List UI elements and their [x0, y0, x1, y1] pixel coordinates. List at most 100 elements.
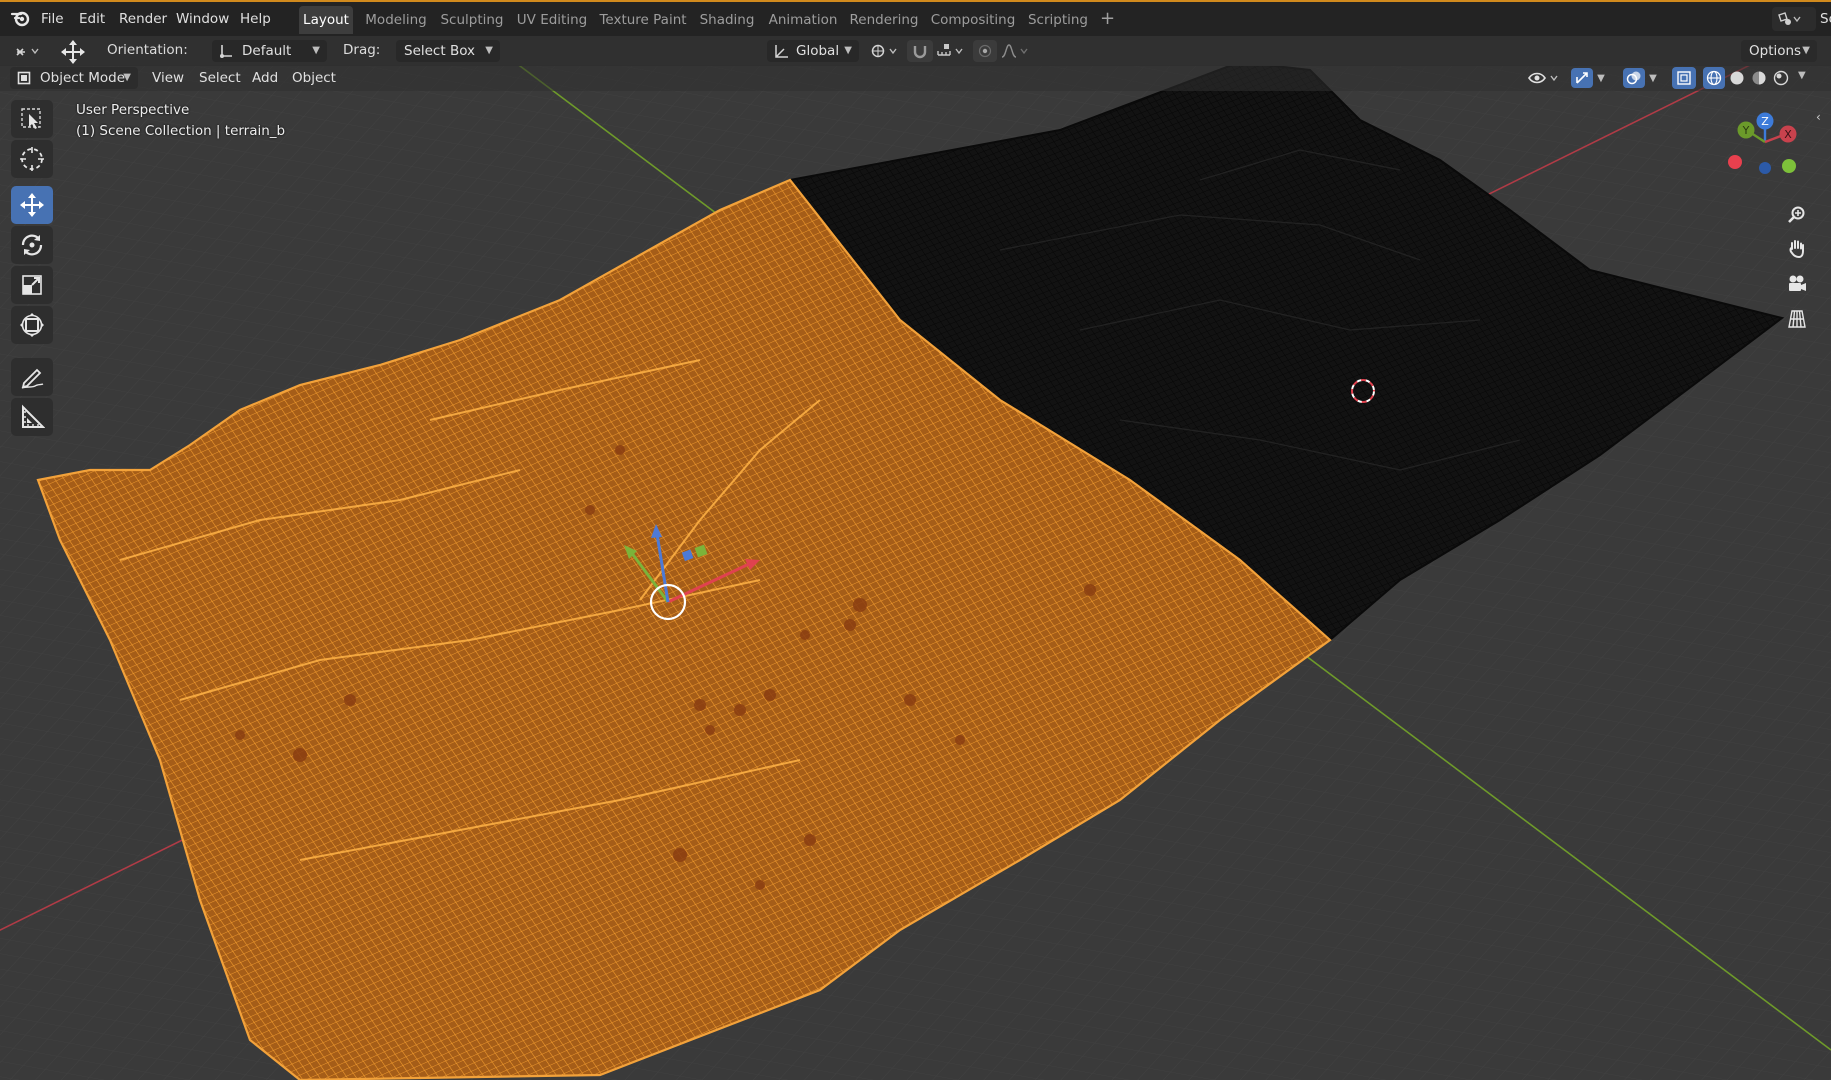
viewport-scene[interactable] [0, 66, 1831, 1080]
eye-icon [1528, 72, 1558, 84]
sidebar-collapse-icon[interactable]: ‹ [1816, 110, 1821, 124]
viewport-header: Object Mode ▼ View Select Add Object ▼ ▼ [0, 65, 1831, 91]
xray-icon [1677, 71, 1691, 85]
falloff-curve-icon [1001, 44, 1028, 58]
tab-animation[interactable]: Animation [767, 6, 839, 34]
chevron-down-icon: ▼ [1649, 72, 1657, 84]
menu-window[interactable]: Window [176, 11, 229, 27]
xray-toggle-button[interactable] [1672, 67, 1696, 89]
select-box-tool[interactable] [11, 100, 53, 138]
drag-label: Drag: [343, 42, 381, 58]
snap-increment-icon [937, 44, 963, 56]
tab-uv-editing[interactable]: UV Editing [515, 6, 589, 34]
view-menu[interactable]: View [145, 67, 191, 89]
tab-shading[interactable]: Shading [696, 6, 758, 34]
scene-name[interactable]: Sc [1820, 11, 1831, 27]
snap-target-button[interactable] [934, 40, 970, 62]
pan-button[interactable] [1782, 234, 1812, 264]
solid-sphere-icon [1730, 71, 1744, 85]
move-tool[interactable] [11, 186, 53, 224]
options-label: Options [1749, 43, 1802, 59]
scale-tool[interactable] [11, 266, 53, 304]
shading-wireframe-button[interactable] [1703, 67, 1725, 89]
menu-render[interactable]: Render [119, 11, 167, 27]
gizmo-toggle-dropdown[interactable]: ▼ [1568, 67, 1608, 89]
hand-icon [1789, 240, 1804, 259]
ruler-icon [22, 404, 45, 428]
zoom-button[interactable] [1782, 200, 1812, 230]
orientation-dropdown[interactable]: Default ▼ [212, 40, 327, 62]
visibility-dropdown[interactable] [1526, 67, 1562, 89]
rotate-tool[interactable] [11, 226, 53, 264]
snap-toggle-button[interactable] [907, 40, 933, 62]
3d-viewport[interactable]: User Perspective (1) Scene Collection | … [0, 66, 1831, 1080]
editor-type-button[interactable] [12, 40, 46, 62]
chevron-down-icon: ▼ [485, 45, 493, 56]
drag-value: Select Box [404, 43, 476, 59]
shading-material-button[interactable] [1748, 67, 1770, 89]
pencil-icon [21, 368, 44, 389]
active-tool-button[interactable] [58, 39, 88, 65]
shading-options-chevron-icon[interactable]: ▼ [1798, 70, 1806, 81]
transform-tool[interactable] [11, 306, 53, 344]
mode-dropdown[interactable]: Object Mode ▼ [10, 67, 138, 89]
add-menu[interactable]: Add [245, 67, 285, 89]
tab-scripting[interactable]: Scripting [1026, 6, 1090, 34]
transform-icon [20, 313, 44, 337]
perspective-toggle-button[interactable] [1782, 304, 1812, 334]
camera-view-button[interactable] [1782, 269, 1812, 299]
options-dropdown[interactable]: Options ▼ [1741, 40, 1817, 62]
mode-value: Object Mode [40, 70, 126, 86]
top-bar: File Edit Render Window Help Layout Mode… [0, 0, 1831, 36]
measure-tool[interactable] [11, 398, 53, 436]
wireframe-sphere-icon [1706, 70, 1722, 86]
tab-texture-paint[interactable]: Texture Paint [599, 6, 687, 34]
tab-sculpting[interactable]: Sculpting [438, 6, 506, 34]
gizmo-icon [1576, 72, 1588, 84]
pivot-point-button[interactable] [868, 40, 904, 62]
pivot-icon [871, 44, 897, 58]
cursor-icon [20, 147, 44, 171]
drag-dropdown[interactable]: Select Box ▼ [396, 40, 500, 62]
overlays-dropdown[interactable]: ▼ [1620, 67, 1660, 89]
menu-file[interactable]: File [41, 11, 64, 27]
select-cursor-icon [21, 108, 41, 129]
blender-logo-icon[interactable] [10, 9, 32, 27]
shading-solid-button[interactable] [1726, 67, 1748, 89]
navigation-gizmo[interactable]: Z Y X [1722, 110, 1808, 184]
cursor-tool[interactable] [11, 140, 53, 178]
scale-icon [22, 275, 42, 295]
menu-help[interactable]: Help [240, 11, 271, 27]
rotate-icon [21, 234, 43, 256]
add-workspace-icon[interactable]: + [1100, 8, 1115, 29]
chevron-down-icon: ▼ [844, 45, 852, 56]
3d-view-icon [16, 48, 39, 56]
tab-rendering[interactable]: Rendering [849, 6, 919, 34]
gizmo-y-label: Y [1742, 124, 1750, 137]
select-menu[interactable]: Select [192, 67, 248, 89]
chevron-down-icon: ▼ [312, 45, 320, 56]
scene-selector[interactable] [1772, 7, 1816, 31]
object-menu[interactable]: Object [285, 67, 343, 89]
transform-orientation-dropdown[interactable]: Global ▼ [767, 40, 859, 62]
tab-modeling[interactable]: Modeling [360, 6, 432, 34]
overlays-toggle-button[interactable] [1623, 68, 1646, 88]
shading-rendered-button[interactable] [1770, 67, 1792, 89]
viewport-collection-label: (1) Scene Collection | terrain_b [76, 123, 286, 139]
proportional-edit-icon [978, 44, 992, 58]
tab-layout[interactable]: Layout [299, 6, 353, 34]
proportional-falloff-button[interactable] [999, 40, 1035, 62]
annotate-tool[interactable] [11, 358, 53, 396]
overlay-icon [1626, 71, 1641, 85]
rendered-sphere-icon [1773, 70, 1789, 86]
global-axis-icon [775, 45, 788, 58]
menu-edit[interactable]: Edit [79, 11, 105, 27]
move-icon [20, 193, 44, 217]
tab-compositing[interactable]: Compositing [930, 6, 1016, 34]
proportional-edit-button[interactable] [973, 40, 997, 62]
transform-orientation-value: Global [796, 43, 840, 59]
scene-icon [1778, 12, 1801, 25]
gizmo-toggle-button[interactable] [1571, 68, 1594, 88]
tool-settings-header: Orientation: Default ▼ Drag: Select Box … [0, 36, 1831, 67]
grid-perspective-icon [1788, 310, 1806, 328]
